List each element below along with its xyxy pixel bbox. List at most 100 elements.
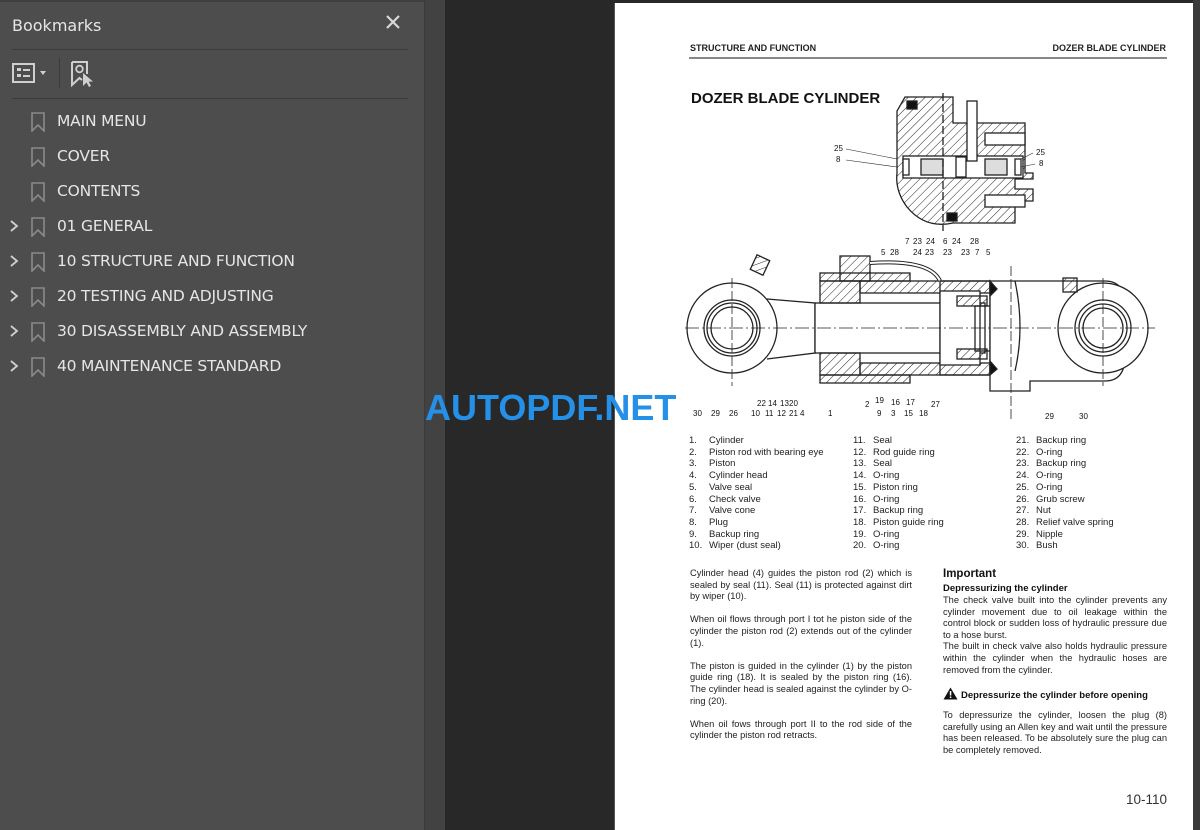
legend-item: 20. O-ring	[853, 540, 900, 552]
paragraph: To depressurize the cylinder, loosen the…	[943, 710, 1167, 755]
bookmark-label: 20 TESTING AND ADJUSTING	[57, 287, 274, 305]
legend-item: 7. Valve cone	[689, 505, 756, 517]
pdf-page: STRUCTURE AND FUNCTION DOZER BLADE CYLIN…	[614, 3, 1194, 830]
callout: 6	[943, 237, 948, 246]
description-text: Cylinder head (4) guides the piston rod …	[690, 568, 912, 754]
find-current-bookmark-icon[interactable]	[70, 60, 96, 88]
bookmark-20-testing-and-adjusting[interactable]: 20 TESTING AND ADJUSTING	[0, 279, 424, 314]
check-valve-detail	[896, 93, 1034, 231]
bookmark-icon	[31, 112, 45, 132]
bookmark-cover[interactable]: COVER	[0, 139, 424, 174]
chevron-right-icon[interactable]	[8, 254, 20, 268]
legend-item: 30. Bush	[1016, 540, 1058, 552]
callout: 10	[751, 409, 760, 418]
bookmarks-panel-header: Bookmarks	[12, 2, 408, 50]
legend-item: 16. O-ring	[853, 493, 900, 505]
legend-item: 1. Cylinder	[689, 435, 744, 446]
warning-note: Depressurize the cylinder before opening	[943, 687, 1148, 701]
paragraph: When oil fows through port II to the rod…	[690, 718, 912, 741]
parts-legend-column-1: 1. Cylinder 2. Piston rod with bearing eye…	[689, 435, 824, 552]
paragraph: When oil flows through port I tot he pis…	[690, 614, 912, 648]
bookmark-list: MAIN MENU COVER CONTENTS 01 GENERAL 10 S…	[0, 104, 424, 384]
callout: 16	[891, 398, 900, 407]
close-icon[interactable]	[384, 13, 402, 31]
list-options-icon[interactable]	[12, 62, 52, 86]
important-heading: Important	[943, 568, 997, 580]
callout: 24	[926, 237, 935, 246]
callout: 19	[875, 396, 884, 405]
bookmark-label: 01 GENERAL	[57, 217, 153, 235]
callout: 23	[943, 248, 952, 257]
legend-item: 25. O-ring	[1016, 481, 1063, 493]
callout: 22	[757, 399, 766, 408]
legend-item: 14. O-ring	[853, 470, 900, 482]
bookmark-icon	[31, 147, 45, 167]
callout: 7	[975, 248, 980, 257]
chevron-right-icon[interactable]	[8, 324, 20, 338]
important-text: The check valve built into the cylinder …	[943, 595, 1167, 676]
chevron-right-icon[interactable]	[8, 219, 20, 233]
parts-legend-column-2: 11. Seal 12. Rod guide ring 13. Seal 14. O-r…	[853, 435, 944, 552]
callout: 26	[729, 409, 738, 418]
callout: 4	[800, 409, 805, 418]
callout: 27	[931, 400, 940, 409]
bookmark-10-structure-and-function[interactable]: 10 STRUCTURE AND FUNCTION	[0, 244, 424, 279]
warning-text: Depressurize the cylinder before opening	[961, 690, 1148, 701]
vertical-scrollbar[interactable]	[1193, 0, 1200, 830]
legend-item: 18. Piston guide ring	[853, 516, 944, 528]
bookmark-icon	[31, 182, 45, 202]
callout: 12	[777, 409, 786, 418]
legend-item: 5. Valve seal	[689, 481, 753, 493]
bookmark-01-general[interactable]: 01 GENERAL	[0, 209, 424, 244]
toolbar-separator	[59, 58, 60, 88]
callout: 25	[834, 144, 843, 153]
bookmark-icon	[31, 252, 45, 272]
callout: 23	[913, 237, 922, 246]
legend-item: 15. Piston ring	[853, 481, 918, 493]
callout: 23	[961, 248, 970, 257]
page-number: 10-110	[1125, 792, 1167, 807]
callout: 24	[913, 248, 922, 257]
callout: 21	[789, 409, 798, 418]
bookmark-main-menu[interactable]: MAIN MENU	[0, 104, 424, 139]
bookmark-30-disassembly-and-assembly[interactable]: 30 DISASSEMBLY AND ASSEMBLY	[0, 314, 424, 349]
bookmark-icon	[31, 287, 45, 307]
paragraph: The check valve built into the cylinder …	[943, 595, 1167, 640]
bookmark-label: 30 DISASSEMBLY AND ASSEMBLY	[57, 322, 308, 340]
callout: 8	[1039, 159, 1044, 168]
bookmark-contents[interactable]: CONTENTS	[0, 174, 424, 209]
cylinder-cross-section-diagram: 25 8 25 8 5 28 7 23 24 6 24 28 5 24 23 2…	[685, 93, 1155, 421]
callout: 24	[952, 237, 961, 246]
callout: 23	[925, 248, 934, 257]
legend-item: 29. Nipple	[1016, 528, 1063, 540]
callout: 28	[970, 237, 979, 246]
callout: 5	[881, 248, 886, 257]
paragraph: Cylinder head (4) guides the piston rod …	[690, 568, 912, 602]
bookmark-label: COVER	[57, 147, 110, 165]
chevron-right-icon[interactable]	[8, 359, 20, 373]
watermark-text: AUTOPDF.NET	[425, 387, 677, 428]
bookmark-40-maintenance-standard[interactable]: 40 MAINTENANCE STANDARD	[0, 349, 424, 384]
callout: 9	[877, 409, 882, 418]
bookmarks-panel: Bookmarks MAIN MENU COVER CONTENTS 01 GE…	[0, 0, 424, 830]
callout: 17	[906, 398, 915, 407]
cylinder-callouts: 30 29 26 10 22 11 14 12 13 21 20 4 1 2 1…	[693, 396, 1088, 421]
important-subheading: Depressurizing the cylinder	[943, 583, 1068, 594]
panel-title: Bookmarks	[12, 16, 102, 35]
legend-item: 11. Seal	[853, 435, 893, 446]
bookmark-label: 40 MAINTENANCE STANDARD	[57, 357, 282, 375]
legend-item: 19. O-ring	[853, 528, 900, 540]
paragraph: The built in check valve also holds hydr…	[943, 641, 1167, 675]
callout: 3	[891, 409, 896, 418]
bookmark-icon	[31, 357, 45, 377]
page-header-section: STRUCTURE AND FUNCTION	[690, 43, 817, 53]
callout: 29	[1045, 412, 1054, 421]
chevron-right-icon[interactable]	[8, 289, 20, 303]
legend-item: 24. O-ring	[1016, 470, 1063, 482]
bookmark-label: MAIN MENU	[57, 112, 147, 130]
bookmark-icon	[31, 322, 45, 342]
bookmark-label: 10 STRUCTURE AND FUNCTION	[57, 252, 295, 270]
legend-item: 28. Relief valve spring	[1016, 516, 1114, 528]
warning-triangle-icon	[943, 687, 958, 700]
callout: 1	[828, 409, 833, 418]
